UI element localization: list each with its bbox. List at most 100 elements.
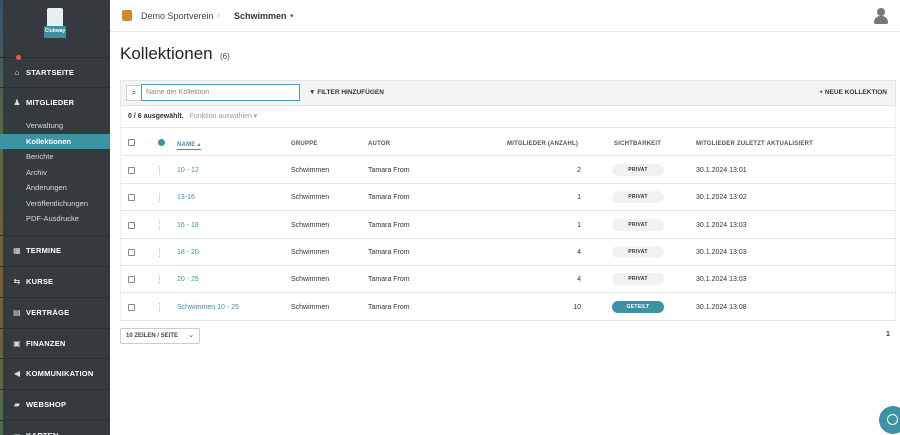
select-all-checkbox[interactable] — [128, 139, 135, 146]
collection-name-link[interactable]: 13-16 — [177, 194, 195, 201]
notification-dot — [16, 55, 21, 60]
updated-cell: 30.1.2024 13:02 — [696, 194, 747, 202]
drag-handle-icon[interactable] — [159, 247, 161, 257]
home-icon: ⌂ — [14, 68, 20, 77]
nav-startseite[interactable]: ⌂ STARTSEITE — [0, 55, 110, 87]
chat-icon[interactable] — [879, 406, 900, 434]
table-row[interactable]: Schwimmen 10 - 25 Schwimmen Tamara From 10 G… — [120, 293, 896, 321]
search-input[interactable] — [141, 84, 300, 101]
collection-name-link[interactable]: 20 - 25 — [177, 276, 199, 283]
header-members[interactable]: MITGLIEDER (ANZAHL) — [507, 141, 578, 147]
collection-name-link[interactable]: 16 - 18 — [177, 222, 199, 229]
table-header: NAME ▴ GRUPPE AUTOR MITGLIEDER (ANZAHL) … — [120, 128, 896, 156]
member-count-cell: 4 — [577, 276, 581, 284]
page-number[interactable]: 1 — [886, 331, 890, 338]
chevron-down-icon: ⌄ — [188, 332, 194, 339]
main-content: Kollektionen (6) ⌕ ▼ FILTER HINZUFÜGEN +… — [110, 32, 900, 435]
sidebar-sub-item[interactable]: Berichte — [0, 149, 110, 164]
member-count-cell: 4 — [577, 248, 581, 256]
nav-mitglieder[interactable]: ♟ MITGLIEDER — [0, 87, 110, 117]
header-author[interactable]: AUTOR — [368, 141, 390, 147]
rows-per-page-label: 10 ZEILEN / SEITE — [126, 333, 179, 339]
drag-handle-icon[interactable] — [159, 302, 161, 312]
sidebar-sub-item[interactable]: Archiv — [0, 165, 110, 180]
function-select[interactable]: Funktion auswählen ▾ — [190, 113, 258, 120]
row-checkbox[interactable] — [128, 194, 135, 202]
table-row[interactable]: 16 - 18 Schwimmen Tamara From 1 PRIVAT 30.1.2… — [120, 211, 896, 239]
club-logo[interactable]: Clubway — [42, 8, 68, 40]
new-collection-label: NEUE KOLLEKTION — [824, 89, 887, 96]
nav-finanzen[interactable]: ▣ FINANZEN — [0, 328, 110, 358]
nav-label: TERMINE — [26, 246, 62, 255]
sidebar-sub-item[interactable]: Veröffentlichungen — [0, 196, 110, 211]
chevron-down-icon[interactable]: ▾ — [290, 12, 294, 20]
sidebar-sub-item[interactable]: Kollektionen — [0, 133, 110, 149]
cart-icon: ▰ — [13, 400, 21, 409]
settings-icon[interactable] — [158, 139, 165, 146]
page-title: Kollektionen — [120, 44, 213, 63]
nav-kurse[interactable]: ⇆ KURSE — [0, 266, 110, 296]
author-cell: Tamara From — [368, 276, 410, 284]
drag-handle-icon[interactable] — [159, 193, 161, 203]
drag-handle-icon[interactable] — [159, 220, 161, 230]
card-icon: ▭ — [12, 431, 22, 435]
selection-count: 0 / 6 ausgewählt. — [128, 113, 184, 120]
row-checkbox[interactable] — [128, 221, 135, 229]
nav-webshop[interactable]: ▰ WEBSHOP — [0, 389, 110, 419]
sidebar-sub-item[interactable]: PDF-Ausdrucke — [0, 211, 110, 226]
table-row[interactable]: 13-16 Schwimmen Tamara From 1 PRIVAT 30.1.202… — [120, 184, 896, 212]
new-collection-button[interactable]: + NEUE KOLLEKTION — [819, 89, 887, 96]
sidebar-sub-item[interactable]: Änderungen — [0, 180, 110, 195]
updated-cell: 30.1.2024 13:03 — [696, 276, 747, 284]
megaphone-icon: ◀ — [13, 369, 21, 378]
course-icon: ⇆ — [13, 277, 21, 286]
updated-cell: 30.1.2024 13:03 — [696, 221, 747, 229]
row-checkbox[interactable] — [128, 248, 135, 256]
collection-name-link[interactable]: Schwimmen 10 - 25 — [177, 304, 239, 311]
group-cell: Schwimmen — [291, 303, 330, 311]
nav-label: FINANZEN — [26, 339, 66, 348]
row-checkbox[interactable] — [128, 167, 135, 174]
drag-handle-icon[interactable] — [159, 275, 161, 285]
club-icon — [122, 10, 132, 21]
row-checkbox[interactable] — [128, 276, 135, 284]
header-visibility[interactable]: SICHTBARKEIT — [614, 141, 661, 147]
search-icon[interactable]: ⌕ — [126, 85, 142, 101]
table-row[interactable]: 18 - 20 Schwimmen Tamara From 4 PRIVAT 30.1.2… — [120, 238, 896, 266]
nav-label: KURSE — [26, 277, 54, 286]
sidebar-sub-item[interactable]: Verwaltung — [0, 118, 110, 133]
nav-termine[interactable]: ▦ TERMINE — [0, 235, 110, 265]
drag-handle-icon[interactable] — [159, 166, 161, 175]
add-filter-label: FILTER HINZUFÜGEN — [317, 89, 384, 96]
rows-per-page-select[interactable]: 10 ZEILEN / SEITE ⌄ — [120, 328, 200, 344]
group-cell: Schwimmen — [291, 221, 330, 229]
selection-bar: 0 / 6 ausgewählt. Funktion auswählen ▾ — [120, 106, 896, 128]
club-name[interactable]: Demo Sportverein — [141, 11, 214, 21]
visibility-badge: PRIVAT — [612, 218, 664, 231]
updated-cell: 30.1.2024 13:08 — [696, 303, 747, 311]
add-filter-button[interactable]: ▼ FILTER HINZUFÜGEN — [309, 89, 384, 96]
visibility-badge: GETEILT — [612, 300, 664, 313]
updated-cell: 30.1.2024 13:01 — [696, 167, 747, 174]
member-count-cell: 1 — [577, 221, 581, 229]
table-toolbar: ⌕ ▼ FILTER HINZUFÜGEN + NEUE KOLLEKTION — [120, 80, 896, 106]
nav-label: KOMMUNIKATION — [26, 369, 94, 378]
user-avatar-icon[interactable] — [873, 8, 889, 24]
header-group[interactable]: GRUPPE — [291, 141, 318, 147]
section-selector[interactable]: Schwimmen — [234, 11, 287, 21]
row-checkbox[interactable] — [128, 303, 135, 311]
nav-label: VERTRÄGE — [26, 308, 70, 317]
group-cell: Schwimmen — [291, 248, 330, 256]
club-logo-label: Clubway — [44, 28, 66, 34]
collection-name-link[interactable]: 18 - 20 — [177, 249, 199, 256]
table-row[interactable]: 10 - 12 Schwimmen Tamara From 2 PRIVAT 30.1.2… — [120, 157, 896, 184]
member-count-cell: 1 — [577, 194, 581, 202]
group-cell: Schwimmen — [291, 194, 330, 202]
table-row[interactable]: 20 - 25 Schwimmen Tamara From 4 PRIVAT 30.1.2… — [120, 266, 896, 294]
nav-verträge[interactable]: ▤ VERTRÄGE — [0, 297, 110, 327]
header-updated[interactable]: MITGLIEDER ZULETZT AKTUALISIERT — [696, 141, 813, 147]
nav-karten[interactable]: ▭ KARTEN — [0, 420, 110, 435]
nav-kommunikation[interactable]: ◀ KOMMUNIKATION — [0, 358, 110, 388]
header-name[interactable]: NAME ▴ — [177, 141, 201, 150]
collection-name-link[interactable]: 10 - 12 — [177, 167, 199, 174]
